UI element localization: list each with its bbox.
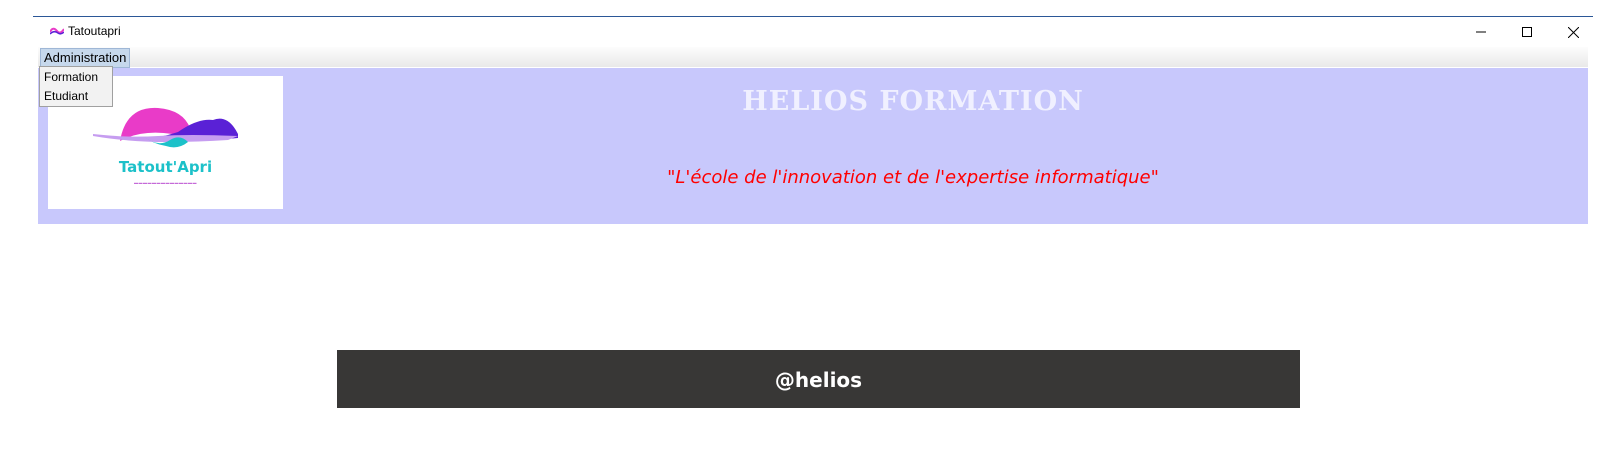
- logo-tagline-graphic: ▬▬▬▬▬▬▬▬▬▬▬▬▬▬: [134, 180, 197, 185]
- close-icon: [1567, 26, 1579, 38]
- minimize-button[interactable]: [1458, 17, 1504, 47]
- footer-bar: @helios: [337, 350, 1300, 408]
- menu-item-etudiant[interactable]: Etudiant: [44, 89, 88, 103]
- brand-title: HELIOS FORMATION: [742, 86, 1084, 117]
- title-bar[interactable]: Tatoutapri: [38, 17, 1588, 47]
- close-button[interactable]: [1550, 17, 1596, 47]
- footer-text: @helios: [774, 368, 863, 392]
- menu-item-formation[interactable]: Formation: [44, 70, 98, 84]
- logo-text: Tatout'Apri: [118, 158, 213, 176]
- maximize-icon: [1522, 27, 1532, 37]
- minimize-icon: [1476, 31, 1486, 33]
- header-banner: Tatout'Apri ▬▬▬▬▬▬▬▬▬▬▬▬▬▬ HELIOS FORMAT…: [38, 68, 1588, 224]
- menu-administration[interactable]: Administration: [40, 48, 131, 68]
- window-title: Tatoutapri: [68, 24, 121, 38]
- menu-bar: Administration: [38, 47, 1588, 68]
- maximize-button[interactable]: [1504, 17, 1550, 47]
- slogan: "L'école de l'innovation et de l'experti…: [667, 167, 1159, 188]
- app-icon: [50, 27, 64, 35]
- app-window: Tatoutapri Administration Tatout'Apri ▬▬…: [33, 16, 1593, 224]
- administration-dropdown-menu: Formation Etudiant: [39, 66, 113, 107]
